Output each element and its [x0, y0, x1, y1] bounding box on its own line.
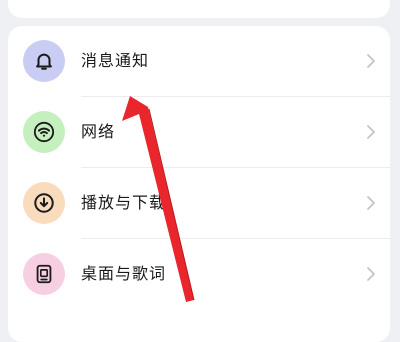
- settings-item-label: 消息通知: [81, 51, 150, 70]
- settings-item-playback-download[interactable]: 播放与下载: [8, 168, 390, 238]
- settings-item-notifications[interactable]: 消息通知: [8, 26, 390, 96]
- chevron-right-icon: [367, 125, 375, 139]
- wifi-icon: [23, 111, 65, 153]
- chevron-right-icon: [367, 267, 375, 281]
- settings-item-network[interactable]: 网络: [8, 97, 390, 167]
- settings-item-label: 播放与下载: [81, 193, 167, 212]
- settings-list: 消息通知 网络 播放与下载 桌面与歌词: [8, 26, 390, 342]
- lyrics-icon: [23, 253, 65, 295]
- previous-settings-card: [8, 0, 390, 18]
- chevron-right-icon: [367, 196, 375, 210]
- chevron-right-icon: [367, 54, 375, 68]
- bell-icon: [23, 40, 65, 82]
- download-icon: [23, 182, 65, 224]
- settings-item-desktop-lyrics[interactable]: 桌面与歌词: [8, 239, 390, 309]
- settings-item-label: 桌面与歌词: [81, 264, 167, 283]
- settings-item-label: 网络: [81, 122, 116, 141]
